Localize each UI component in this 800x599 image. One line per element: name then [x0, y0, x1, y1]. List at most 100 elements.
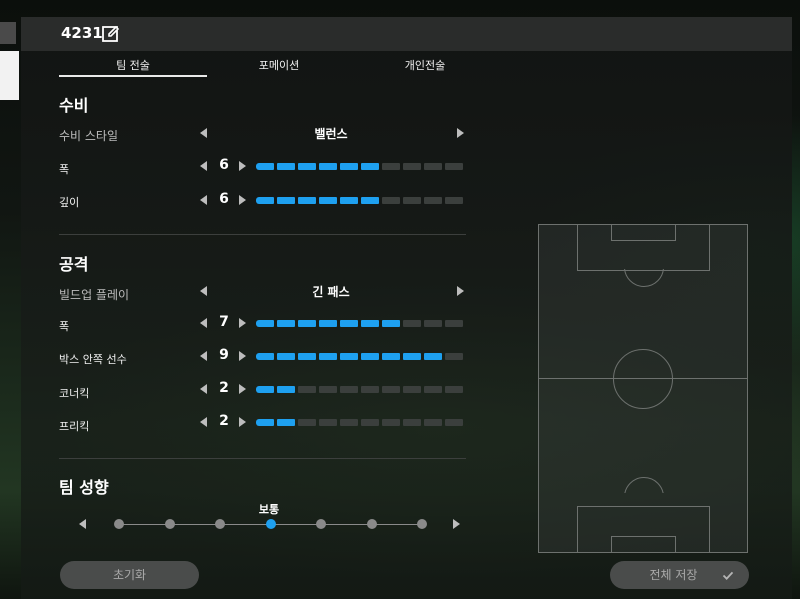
defense-depth-decrease[interactable]: [200, 195, 207, 205]
players-in-box-decrease[interactable]: [200, 351, 207, 361]
bar-segment: [340, 197, 358, 204]
corner-kick-increase[interactable]: [239, 384, 246, 394]
save-all-button[interactable]: 전체 저장: [610, 561, 749, 589]
free-kick-value: 2: [219, 413, 229, 429]
bar-segment: [319, 386, 337, 393]
bar-segment: [445, 386, 463, 393]
bar-segment: [424, 197, 442, 204]
team-tendency-title: 팀 성향: [59, 478, 109, 497]
bar-segment: [277, 163, 295, 170]
bar-segment: [277, 197, 295, 204]
bar-segment: [424, 386, 442, 393]
pitch-goal-box-top: [611, 224, 676, 241]
bar-segment: [298, 197, 316, 204]
bar-segment: [445, 419, 463, 426]
header-bar: 4231: [21, 17, 792, 51]
team-tendency-dot[interactable]: [316, 519, 326, 529]
buildup-label: 빌드업 플레이: [59, 288, 130, 302]
bar-segment: [256, 419, 274, 426]
bar-segment: [256, 163, 274, 170]
bar-segment: [256, 197, 274, 204]
bar-segment: [298, 353, 316, 360]
bar-segment: [403, 386, 421, 393]
attack-width-increase[interactable]: [239, 318, 246, 328]
bar-segment: [361, 419, 379, 426]
bar-segment: [319, 353, 337, 360]
free-kick-increase[interactable]: [239, 417, 246, 427]
bar-segment: [340, 419, 358, 426]
bar-segment: [361, 386, 379, 393]
bar-segment: [382, 386, 400, 393]
bar-segment: [445, 163, 463, 170]
attack-width-bar: [256, 320, 463, 327]
bar-segment: [256, 386, 274, 393]
tab-formation[interactable]: 포메이션: [239, 57, 319, 73]
edit-icon[interactable]: [101, 24, 121, 44]
defense-depth-label: 깊이: [59, 196, 80, 209]
team-tendency-dot[interactable]: [114, 519, 124, 529]
players-in-box-label: 박스 안쪽 선수: [59, 353, 127, 366]
bar-segment: [445, 320, 463, 327]
bar-segment: [298, 163, 316, 170]
team-tendency-prev-arrow[interactable]: [79, 519, 86, 529]
bar-segment: [361, 353, 379, 360]
tactic-name: 4231: [61, 24, 103, 42]
background-window-card: [0, 51, 19, 100]
defense-depth-value: 6: [219, 191, 229, 207]
bar-segment: [298, 320, 316, 327]
defense-width-increase[interactable]: [239, 161, 246, 171]
team-tendency-dot[interactable]: [215, 519, 225, 529]
free-kick-label: 프리킥: [59, 420, 90, 433]
defense-depth-increase[interactable]: [239, 195, 246, 205]
buildup-next-arrow[interactable]: [457, 286, 464, 296]
reset-button[interactable]: 초기화: [60, 561, 199, 589]
defense-style-prev-arrow[interactable]: [200, 128, 207, 138]
defense-width-decrease[interactable]: [200, 161, 207, 171]
bar-segment: [403, 353, 421, 360]
bar-segment: [424, 353, 442, 360]
tab-individual-tactics[interactable]: 개인전술: [385, 57, 465, 73]
team-tendency-next-arrow[interactable]: [453, 519, 460, 529]
section-divider: [59, 458, 466, 459]
bar-segment: [382, 163, 400, 170]
defense-width-value: 6: [219, 157, 229, 173]
bar-segment: [403, 197, 421, 204]
bar-segment: [319, 197, 337, 204]
bar-segment: [424, 320, 442, 327]
bar-segment: [403, 163, 421, 170]
defense-width-label: 폭: [59, 163, 70, 176]
formation-pitch: [538, 224, 748, 553]
bar-segment: [361, 163, 379, 170]
bar-segment: [277, 386, 295, 393]
bar-segment: [361, 320, 379, 327]
bar-segment: [424, 163, 442, 170]
bar-segment: [382, 197, 400, 204]
team-tendency-selected-dot[interactable]: [265, 519, 276, 529]
players-in-box-increase[interactable]: [239, 351, 246, 361]
section-divider: [59, 234, 466, 235]
defense-style-label: 수비 스타일: [59, 129, 119, 143]
bar-segment: [340, 353, 358, 360]
free-kick-decrease[interactable]: [200, 417, 207, 427]
bar-segment: [256, 320, 274, 327]
defense-depth-bar: [256, 197, 463, 204]
corner-kick-decrease[interactable]: [200, 384, 207, 394]
bar-segment: [340, 386, 358, 393]
defense-style-next-arrow[interactable]: [457, 128, 464, 138]
attack-width-decrease[interactable]: [200, 318, 207, 328]
tactics-panel: 4231 팀 전술 포메이션 개인전술 수비 수비 스타일 밸런스 폭 6 깊이…: [21, 17, 792, 599]
bar-segment: [298, 386, 316, 393]
team-tendency-dot[interactable]: [417, 519, 427, 529]
bar-segment: [382, 353, 400, 360]
attack-width-value: 7: [219, 314, 229, 330]
buildup-prev-arrow[interactable]: [200, 286, 207, 296]
defense-width-bar: [256, 163, 463, 170]
team-tendency-dot[interactable]: [366, 519, 377, 529]
team-tendency-value-label: 보통: [258, 503, 280, 516]
bar-segment: [256, 353, 274, 360]
bar-segment: [361, 197, 379, 204]
team-tendency-dot[interactable]: [164, 519, 175, 529]
tab-team-tactics[interactable]: 팀 전술: [59, 57, 207, 73]
defense-style-value: 밸런스: [314, 127, 348, 141]
bar-segment: [445, 353, 463, 360]
